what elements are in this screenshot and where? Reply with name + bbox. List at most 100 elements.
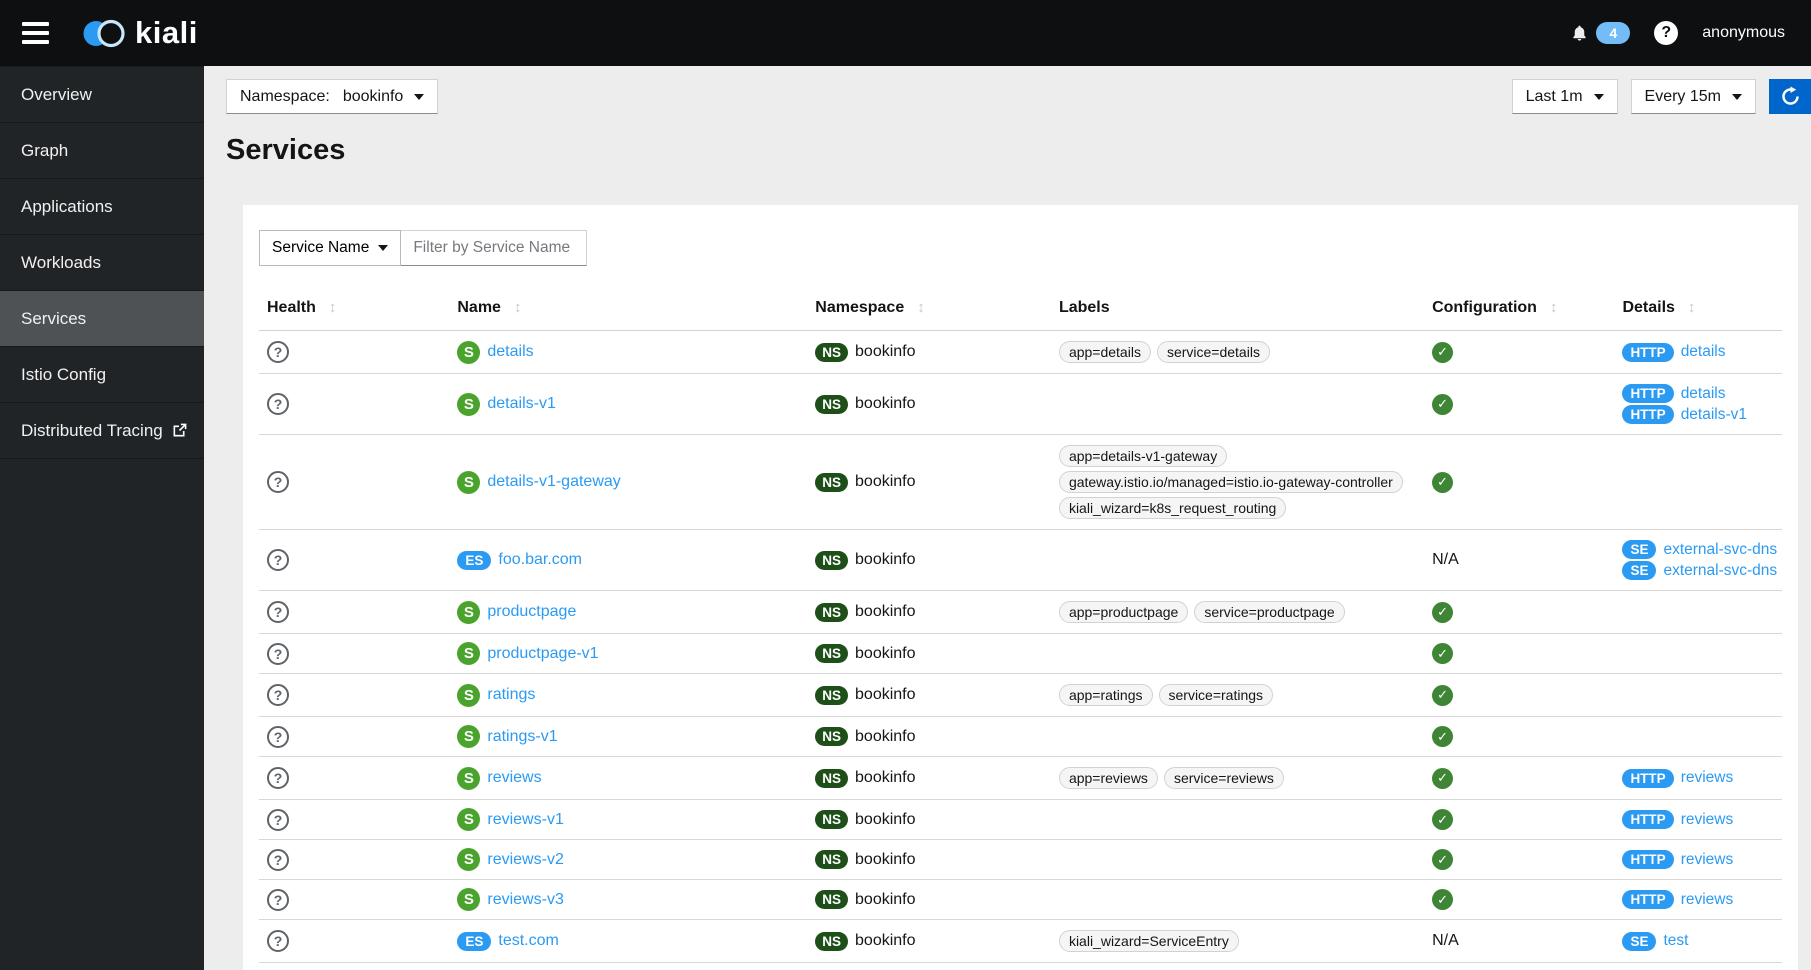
page-title: Services bbox=[226, 134, 346, 166]
filter-bar: Service Name bbox=[259, 230, 1782, 266]
column-header-name[interactable]: Name ↕ bbox=[449, 286, 808, 331]
valid-config-icon: ✓ bbox=[1432, 341, 1454, 363]
bell-icon bbox=[1570, 24, 1589, 43]
http-badge: HTTP bbox=[1622, 342, 1674, 362]
valid-config-icon: ✓ bbox=[1432, 849, 1454, 870]
filter-type-select[interactable]: Service Name bbox=[259, 230, 402, 266]
sort-icon[interactable]: ↕ bbox=[917, 299, 925, 316]
label-chip: kiali_wizard=k8s_request_routing bbox=[1058, 497, 1287, 519]
detail-link[interactable]: reviews bbox=[1681, 891, 1734, 909]
column-header-health[interactable]: Health ↕ bbox=[259, 286, 450, 331]
table-row: ? ES foo.bar.com NS bookinfo N/A SE external-sv… bbox=[259, 529, 1782, 591]
namespace-badge: NS bbox=[815, 472, 849, 492]
table-row: ? Sreviews NS bookinfo app=reviews service=re… bbox=[259, 756, 1782, 800]
detail-link[interactable]: details-v1 bbox=[1681, 406, 1747, 424]
detail-link[interactable]: external-svc-dns bbox=[1663, 562, 1777, 580]
service-badge: S bbox=[457, 888, 481, 911]
help-button[interactable]: ? bbox=[1654, 21, 1679, 45]
service-link[interactable]: details bbox=[487, 343, 533, 361]
service-link[interactable]: reviews bbox=[487, 769, 541, 787]
table-row: ? ES test.com NS bookinfo kiali_wizard=Servic… bbox=[259, 919, 1782, 963]
namespace-badge: NS bbox=[815, 931, 849, 951]
sort-icon[interactable]: ↕ bbox=[1550, 299, 1558, 316]
service-link[interactable]: reviews-v3 bbox=[487, 891, 563, 909]
detail-link[interactable]: external-svc-dns bbox=[1663, 541, 1777, 559]
label-chip: gateway.istio.io/managed=istio.io-gatewa… bbox=[1058, 471, 1403, 493]
table-row: ? Sratings-v1 NS bookinfo ✓ bbox=[259, 716, 1782, 757]
column-header-label: Health bbox=[267, 299, 316, 316]
service-badge: S bbox=[457, 600, 481, 624]
service-badge: S bbox=[457, 848, 481, 871]
namespace-name: bookinfo bbox=[855, 473, 916, 490]
sort-icon[interactable]: ↕ bbox=[1688, 299, 1696, 316]
health-unknown-icon: ? bbox=[267, 393, 289, 415]
refresh-button[interactable] bbox=[1769, 79, 1811, 114]
service-link[interactable]: details-v1-gateway bbox=[487, 473, 620, 491]
http-badge: HTTP bbox=[1622, 768, 1674, 788]
sidebar-item-workloads[interactable]: Workloads bbox=[0, 235, 204, 291]
column-header-label: Configuration bbox=[1432, 299, 1537, 316]
http-badge: HTTP bbox=[1622, 890, 1674, 909]
detail-link[interactable]: test bbox=[1663, 932, 1688, 950]
sidebar-item-distributed-tracing[interactable]: Distributed Tracing bbox=[0, 403, 204, 459]
sort-icon[interactable]: ↕ bbox=[514, 299, 522, 316]
service-badge: S bbox=[457, 340, 481, 364]
detail-link[interactable]: details bbox=[1681, 343, 1726, 361]
service-link[interactable]: foo.bar.com bbox=[498, 551, 582, 569]
table-row: ? Sreviews-v2 NS bookinfo ✓ HTTP reviews bbox=[259, 839, 1782, 880]
sort-icon[interactable]: ↕ bbox=[329, 299, 337, 316]
health-unknown-icon: ? bbox=[267, 471, 289, 493]
refresh-interval-select[interactable]: Every 15m bbox=[1630, 79, 1756, 114]
masthead: kiali 4 ? anonymous bbox=[0, 0, 1811, 66]
column-header-details[interactable]: Details ↕ bbox=[1614, 286, 1782, 331]
detail-link[interactable]: details bbox=[1681, 385, 1726, 403]
namespace-badge: NS bbox=[815, 550, 849, 570]
kiali-brand-link[interactable]: kiali bbox=[81, 15, 198, 52]
hamburger-menu-button[interactable] bbox=[18, 18, 53, 48]
duration-select[interactable]: Last 1m bbox=[1511, 79, 1618, 114]
column-header-labels: Labels bbox=[1050, 286, 1425, 331]
sidebar-item-applications[interactable]: Applications bbox=[0, 179, 204, 235]
valid-config-icon: ✓ bbox=[1432, 684, 1454, 706]
health-unknown-icon: ? bbox=[267, 767, 289, 789]
service-entry-badge: SE bbox=[1622, 540, 1657, 559]
user-menu[interactable]: anonymous bbox=[1702, 24, 1785, 42]
detail-link[interactable]: reviews bbox=[1681, 769, 1734, 787]
external-service-badge: ES bbox=[457, 550, 492, 570]
chevron-down-icon bbox=[1593, 93, 1604, 100]
service-link[interactable]: reviews-v1 bbox=[487, 811, 563, 829]
namespace-badge: NS bbox=[815, 890, 849, 909]
health-unknown-icon: ? bbox=[267, 601, 289, 623]
detail-link[interactable]: reviews bbox=[1681, 811, 1734, 829]
valid-config-icon: ✓ bbox=[1432, 809, 1454, 830]
table-row: ? Sproductpage-v1 NS bookinfo ✓ bbox=[259, 633, 1782, 674]
label-chip: service=reviews bbox=[1163, 767, 1284, 789]
sidebar-item-graph[interactable]: Graph bbox=[0, 123, 204, 179]
detail-link[interactable]: reviews bbox=[1681, 851, 1734, 869]
service-link[interactable]: reviews-v2 bbox=[487, 851, 563, 869]
service-link[interactable]: ratings-v1 bbox=[487, 728, 557, 746]
column-header-namespace[interactable]: Namespace ↕ bbox=[807, 286, 1051, 331]
sidebar-item-label: Overview bbox=[21, 84, 92, 104]
health-unknown-icon: ? bbox=[267, 725, 289, 748]
valid-config-icon: ✓ bbox=[1432, 601, 1454, 623]
service-link[interactable]: ratings bbox=[487, 686, 535, 704]
label-chip: app=productpage bbox=[1058, 601, 1189, 623]
namespace-badge: NS bbox=[815, 727, 849, 746]
service-link[interactable]: productpage-v1 bbox=[487, 645, 598, 663]
sidebar-item-services[interactable]: Services bbox=[0, 291, 204, 347]
sidebar-item-istio-config[interactable]: Istio Config bbox=[0, 347, 204, 403]
service-link[interactable]: test.com bbox=[498, 932, 558, 950]
sidebar-item-label: Applications bbox=[21, 196, 113, 216]
table-row: ? Sreviews-v1 NS bookinfo ✓ HTTP reviews bbox=[259, 799, 1782, 840]
service-link[interactable]: productpage bbox=[487, 603, 576, 621]
sidebar-item-overview[interactable]: Overview bbox=[0, 67, 204, 123]
service-link[interactable]: details-v1 bbox=[487, 395, 555, 413]
column-header-configuration[interactable]: Configuration ↕ bbox=[1424, 286, 1615, 331]
filter-input[interactable] bbox=[401, 230, 588, 266]
valid-config-icon: ✓ bbox=[1432, 767, 1454, 789]
namespace-select[interactable]: Namespace: bookinfo bbox=[226, 79, 439, 114]
namespace-badge: NS bbox=[815, 850, 849, 869]
notifications-button[interactable]: 4 bbox=[1570, 22, 1631, 44]
table-header-row: Health ↕ Name ↕ Namespace ↕ Labels Configuratio… bbox=[259, 286, 1782, 331]
